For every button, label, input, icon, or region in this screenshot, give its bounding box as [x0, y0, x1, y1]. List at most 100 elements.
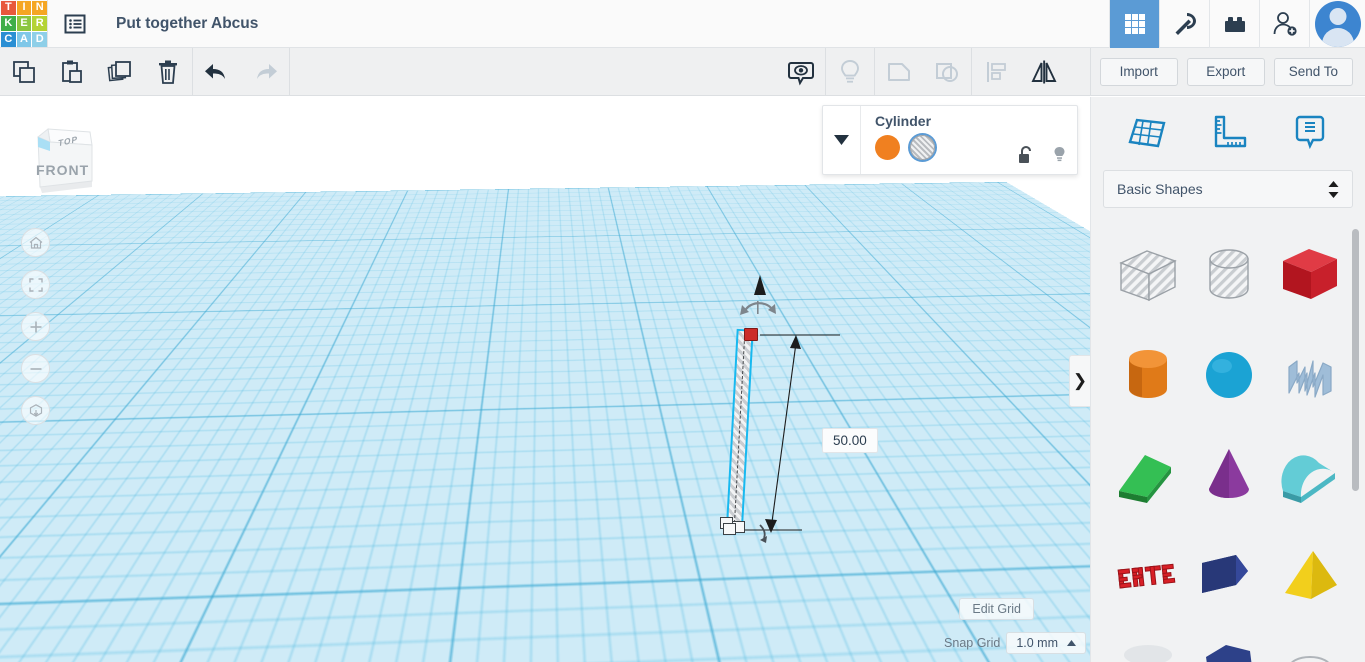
delete-button[interactable]	[144, 48, 192, 96]
mirror-button[interactable]	[1020, 48, 1068, 96]
group-button[interactable]	[875, 48, 923, 96]
apps-grid-button[interactable]	[1109, 0, 1159, 48]
fit-to-view-button[interactable]	[21, 270, 50, 299]
redo-icon	[251, 59, 279, 85]
3d-canvas[interactable]: Workplane TOP FRONT	[0, 97, 1090, 662]
tinkercad-logo[interactable]: TIN KER CAD	[1, 0, 47, 47]
chevron-updown-icon	[1328, 180, 1339, 198]
edit-tool-group	[0, 48, 192, 96]
selected-object-group[interactable]: 50.00	[690, 267, 910, 567]
add-user-icon	[1271, 10, 1299, 38]
history-tool-group	[193, 48, 289, 96]
blocks-button[interactable]	[1209, 0, 1259, 48]
orthographic-toggle-icon	[28, 403, 44, 419]
shape-item-hole-cylinder[interactable]	[1188, 233, 1269, 319]
corner-handle[interactable]	[723, 523, 736, 535]
shape-item-wedge[interactable]	[1188, 533, 1269, 619]
shape-item-box[interactable]	[1269, 233, 1350, 319]
shape-item-hole-box[interactable]	[1107, 233, 1188, 319]
snap-grid-select[interactable]: 1.0 mm	[1006, 632, 1086, 654]
mirror-icon	[1029, 58, 1059, 86]
main-toolbar: Import Export Send To	[0, 47, 1365, 96]
snap-grid-row: Snap Grid 1.0 mm	[944, 632, 1086, 654]
show-hide-button[interactable]	[777, 48, 825, 96]
import-button[interactable]: Import	[1099, 57, 1178, 86]
workplane-container: Workplane	[0, 97, 1090, 662]
copy-button[interactable]	[0, 48, 48, 96]
document-title[interactable]: Put together Abcus	[116, 15, 258, 33]
shape-item-polygon[interactable]	[1188, 633, 1269, 662]
ruler-tool-button[interactable]	[1200, 109, 1256, 155]
sidebar-tool-row	[1091, 97, 1365, 167]
edit-grid-button[interactable]: Edit Grid	[959, 598, 1034, 620]
ungroup-button[interactable]	[923, 48, 971, 96]
show-hide-icon	[787, 58, 815, 86]
paste-button[interactable]	[48, 48, 96, 96]
undo-button[interactable]	[193, 48, 241, 96]
zoom-out-button[interactable]	[21, 354, 50, 383]
paste-icon	[59, 59, 85, 85]
zoom-in-button[interactable]	[21, 312, 50, 341]
align-button[interactable]	[972, 48, 1020, 96]
orthographic-toggle-button[interactable]	[21, 396, 50, 425]
shape-item-sphere[interactable]	[1188, 333, 1269, 419]
note-tool-icon	[1287, 112, 1333, 152]
height-handle[interactable]	[744, 328, 758, 341]
shape-gallery	[1091, 225, 1365, 662]
action-button-group: Import Export Send To	[1091, 48, 1365, 96]
note-tool-button[interactable]	[1282, 109, 1338, 155]
shape-item-roof[interactable]	[1107, 433, 1188, 519]
shape-category-select[interactable]: Basic Shapes	[1103, 170, 1353, 208]
shape-grid	[1091, 233, 1365, 662]
delete-icon	[155, 59, 181, 85]
dimension-label[interactable]: 50.00	[822, 428, 878, 453]
home-view-button[interactable]	[21, 228, 50, 257]
lego-brick-icon	[1221, 10, 1249, 38]
logo-tile-e: E	[16, 16, 32, 31]
duplicate-button[interactable]	[96, 48, 144, 96]
workplane-tool-button[interactable]	[1118, 109, 1174, 155]
shape-item-outline[interactable]	[1269, 633, 1350, 662]
export-button[interactable]: Export	[1186, 57, 1265, 86]
invite-user-button[interactable]	[1259, 0, 1309, 48]
user-avatar-button[interactable]	[1309, 0, 1365, 48]
shape-item-half-cylinder[interactable]	[1269, 433, 1350, 519]
send-to-button[interactable]: Send To	[1273, 57, 1353, 86]
unlock-icon[interactable]	[1018, 146, 1034, 164]
hole-swatch[interactable]	[910, 135, 935, 160]
solid-color-swatch[interactable]	[875, 135, 900, 160]
workplane-tool-icon	[1123, 112, 1169, 152]
logo-tile-c: C	[1, 31, 16, 47]
group-icon	[885, 58, 913, 86]
codeblocks-button[interactable]	[1159, 0, 1209, 48]
shape-category-label: Basic Shapes	[1117, 181, 1203, 197]
undo-icon	[203, 59, 231, 85]
shape-name-label: Cylinder	[875, 113, 932, 129]
light-bulb-icon[interactable]	[1052, 146, 1067, 164]
logo-tile-k: K	[1, 16, 16, 31]
redo-button[interactable]	[241, 48, 289, 96]
ruler-tool-icon	[1205, 112, 1251, 152]
properties-body: Cylinder	[861, 106, 1077, 174]
logo-tile-i: I	[16, 0, 32, 16]
snap-grid-value: 1.0 mm	[1016, 636, 1058, 650]
tinkercad-app: TINKERCAD Put together Abcus Import Expo…	[0, 0, 1365, 662]
collapse-sidebar-button[interactable]: ❯	[1069, 355, 1090, 407]
copy-icon	[11, 59, 37, 85]
light-button[interactable]	[826, 48, 874, 96]
shape-item-cylinder[interactable]	[1107, 333, 1188, 419]
shape-item-scribble[interactable]	[1269, 333, 1350, 419]
shape-item-shadow[interactable]	[1107, 633, 1188, 662]
zoom-in-icon	[28, 319, 44, 335]
shape-item-text[interactable]	[1107, 533, 1188, 619]
sidebar-scrollbar[interactable]	[1352, 229, 1359, 491]
home-view-icon	[28, 235, 44, 251]
project-menu-button[interactable]	[48, 0, 102, 48]
view-cube[interactable]: TOP FRONT	[22, 119, 102, 204]
properties-collapse-button[interactable]	[823, 106, 861, 174]
shape-item-pyramid[interactable]	[1269, 533, 1350, 619]
shape-item-cone[interactable]	[1188, 433, 1269, 519]
logo-tile-n: N	[32, 0, 47, 16]
zoom-out-icon	[28, 361, 44, 377]
list-menu-icon	[64, 13, 86, 35]
